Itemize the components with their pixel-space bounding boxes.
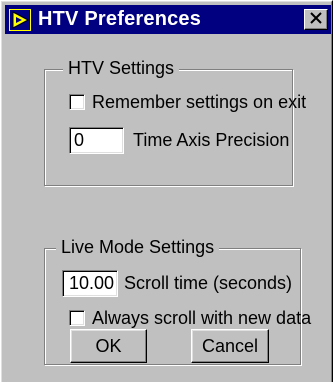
time-axis-precision-input[interactable]: 0 xyxy=(69,127,124,154)
scroll-time-label: Scroll time (seconds) xyxy=(124,273,293,293)
remember-settings-checkbox[interactable] xyxy=(69,94,85,110)
scroll-time-input[interactable]: 10.00 xyxy=(62,270,118,297)
preferences-dialog: HTV Preferences HTV Settings Remember se… xyxy=(0,0,333,382)
labview-run-arrow-icon xyxy=(8,8,32,32)
htv-settings-label: HTV Settings xyxy=(63,58,180,78)
time-axis-precision-label: Time Axis Precision xyxy=(133,130,290,150)
always-scroll-label: Always scroll with new data xyxy=(92,307,312,328)
dialog-body: HTV Preferences HTV Settings Remember se… xyxy=(1,1,332,382)
scroll-time-row: 10.00 Scroll time (seconds) xyxy=(62,270,292,297)
always-scroll-checkbox[interactable] xyxy=(69,310,85,326)
title-bar[interactable]: HTV Preferences xyxy=(5,5,331,34)
ok-button-label: OK xyxy=(95,335,122,356)
cancel-button[interactable]: Cancel xyxy=(191,329,269,363)
live-mode-settings-label: Live Mode Settings xyxy=(56,237,220,257)
close-icon xyxy=(309,11,323,29)
window-title: HTV Preferences xyxy=(38,8,202,30)
always-scroll-row[interactable]: Always scroll with new data xyxy=(69,308,311,328)
cancel-button-label: Cancel xyxy=(201,335,259,356)
time-axis-precision-row: 0 Time Axis Precision xyxy=(69,127,289,154)
remember-settings-row[interactable]: Remember settings on exit xyxy=(69,92,306,112)
ok-button[interactable]: OK xyxy=(70,329,147,363)
close-button[interactable] xyxy=(304,9,328,30)
remember-settings-label: Remember settings on exit xyxy=(92,91,307,112)
